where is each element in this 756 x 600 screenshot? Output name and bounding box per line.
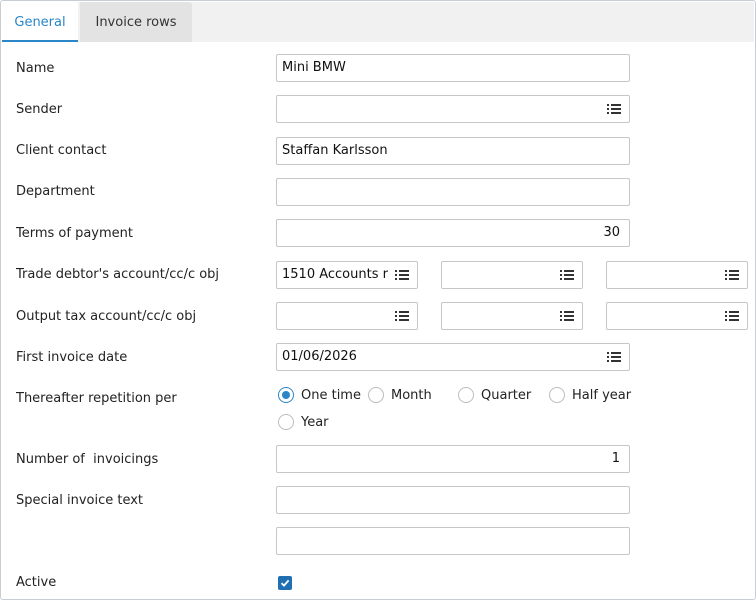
tab-bar: General Invoice rows (2, 2, 754, 42)
special-invoice-text-field-1[interactable] (276, 486, 630, 514)
radio-label: Quarter (481, 387, 532, 403)
radio-dot (368, 387, 384, 403)
output-tax-label: Output tax account/cc/c obj (16, 309, 197, 324)
trade-debtor-cobj-field[interactable] (606, 261, 748, 289)
terms-of-payment-value: 30 (603, 225, 620, 240)
number-of-invoicings-value: 1 (611, 451, 620, 466)
list-icon[interactable] (607, 351, 621, 363)
trade-debtor-label: Trade debtor's account/cc/c obj (16, 267, 220, 282)
repetition-label: Thereafter repetition per (16, 391, 177, 406)
sender-field[interactable] (276, 95, 630, 123)
name-field[interactable]: Mini BMW (276, 54, 630, 82)
terms-of-payment-field[interactable]: 30 (276, 219, 630, 247)
client-contact-field[interactable]: Staffan Karlsson (276, 137, 630, 165)
list-icon[interactable] (395, 269, 409, 281)
trade-debtor-cc-field[interactable] (441, 261, 583, 289)
radio-dot (278, 414, 294, 430)
first-invoice-date-value: 01/06/2026 (282, 349, 357, 364)
special-invoice-text-field-2[interactable] (276, 527, 630, 555)
radio-one-time[interactable]: One time (278, 385, 361, 405)
radio-label: Month (391, 387, 432, 403)
radio-year[interactable]: Year (278, 412, 329, 432)
radio-month[interactable]: Month (368, 385, 432, 405)
radio-dot (458, 387, 474, 403)
radio-label: Half year (572, 387, 632, 403)
output-tax-cobj-field[interactable] (606, 302, 748, 330)
checkmark-icon (280, 579, 290, 587)
radio-label: Year (301, 414, 329, 430)
output-tax-account-field[interactable] (276, 302, 418, 330)
department-label: Department (16, 184, 95, 199)
tab-general[interactable]: General (2, 2, 78, 42)
trade-debtor-account-field[interactable]: 1510 Accounts r (276, 261, 418, 289)
active-label: Active (16, 575, 57, 590)
sender-label: Sender (16, 102, 63, 117)
client-contact-label: Client contact (16, 143, 107, 158)
list-icon[interactable] (560, 269, 574, 281)
radio-dot (549, 387, 565, 403)
radio-quarter[interactable]: Quarter (458, 385, 531, 405)
radio-label: One time (301, 387, 361, 403)
special-invoice-text-label: Special invoice text (16, 493, 144, 508)
list-icon[interactable] (725, 269, 739, 281)
number-of-invoicings-label: Number of invoicings (16, 452, 159, 467)
first-invoice-date-label: First invoice date (16, 350, 128, 365)
name-label: Name (16, 61, 55, 76)
radio-dot (278, 387, 294, 403)
active-checkbox[interactable] (278, 576, 292, 590)
terms-of-payment-label: Terms of payment (16, 226, 133, 241)
list-icon[interactable] (395, 310, 409, 322)
list-icon[interactable] (725, 310, 739, 322)
radio-half-year[interactable]: Half year (549, 385, 631, 405)
number-of-invoicings-field[interactable]: 1 (276, 445, 630, 473)
name-value: Mini BMW (282, 60, 346, 75)
department-field[interactable] (276, 178, 630, 206)
trade-debtor-account-value: 1510 Accounts r (282, 267, 388, 282)
list-icon[interactable] (560, 310, 574, 322)
tab-invoice-rows[interactable]: Invoice rows (80, 2, 192, 42)
list-icon[interactable] (607, 103, 621, 115)
client-contact-value: Staffan Karlsson (282, 143, 388, 158)
first-invoice-date-field[interactable]: 01/06/2026 (276, 343, 630, 371)
output-tax-cc-field[interactable] (441, 302, 583, 330)
